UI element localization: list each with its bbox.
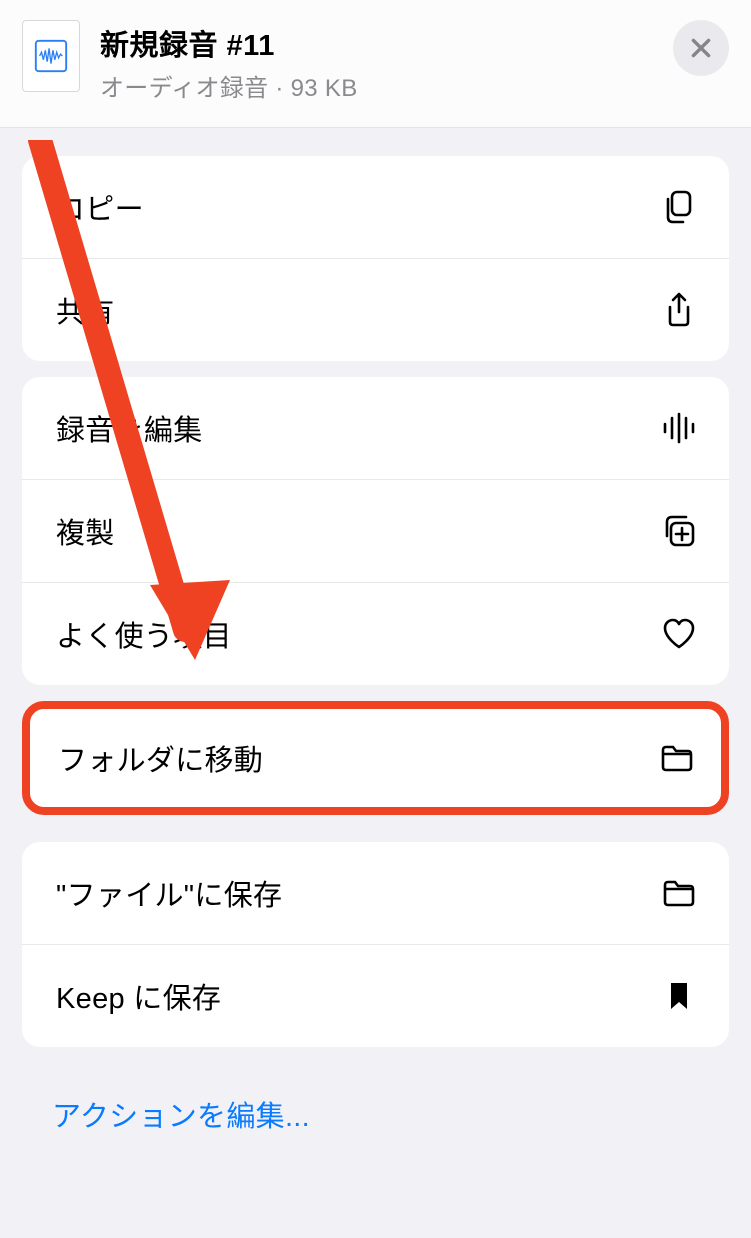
header-text: 新規録音 #11 オーディオ録音 · 93 KB [100, 20, 653, 103]
file-subtitle: オーディオ録音 · 93 KB [100, 68, 653, 103]
action-group-2: 録音を編集 複製 [22, 377, 729, 685]
content: コピー 共有 録音を編集 [0, 128, 751, 1165]
share-icon [659, 290, 699, 330]
waveform-icon [659, 408, 699, 448]
heart-icon [659, 614, 699, 654]
row-label: "ファイル"に保存 [56, 872, 282, 914]
row-label: 複製 [56, 510, 115, 552]
copy-icon [659, 187, 699, 227]
close-icon [688, 35, 714, 61]
bookmark-icon [659, 976, 699, 1016]
audio-file-icon [22, 20, 80, 92]
sheet-header: 新規録音 #11 オーディオ録音 · 93 KB [0, 0, 751, 128]
close-button[interactable] [673, 20, 729, 76]
favorite-row[interactable]: よく使う項目 [22, 582, 729, 685]
move-to-folder-row[interactable]: フォルダに移動 [30, 709, 721, 807]
save-to-keep-row[interactable]: Keep に保存 [22, 944, 729, 1047]
row-label: よく使う項目 [56, 613, 232, 655]
row-label: 共有 [56, 289, 115, 331]
duplicate-icon [659, 511, 699, 551]
row-label: コピー [56, 186, 144, 228]
folder-icon [657, 738, 697, 778]
file-title: 新規録音 #11 [100, 22, 653, 64]
row-label: フォルダに移動 [58, 737, 263, 779]
folder-icon [659, 873, 699, 913]
edit-actions-row[interactable]: アクションを編集... [22, 1063, 729, 1165]
action-group-1: コピー 共有 [22, 156, 729, 361]
edit-recording-row[interactable]: 録音を編集 [22, 377, 729, 479]
edit-actions-link[interactable]: アクションを編集... [52, 1101, 310, 1133]
share-row[interactable]: 共有 [22, 258, 729, 361]
action-group-3: "ファイル"に保存 Keep に保存 [22, 842, 729, 1047]
duplicate-row[interactable]: 複製 [22, 479, 729, 582]
move-to-folder-card-highlighted: フォルダに移動 [22, 701, 729, 815]
save-to-files-row[interactable]: "ファイル"に保存 [22, 842, 729, 944]
copy-row[interactable]: コピー [22, 156, 729, 258]
row-label: Keep に保存 [56, 975, 221, 1017]
row-label: 録音を編集 [56, 407, 203, 449]
